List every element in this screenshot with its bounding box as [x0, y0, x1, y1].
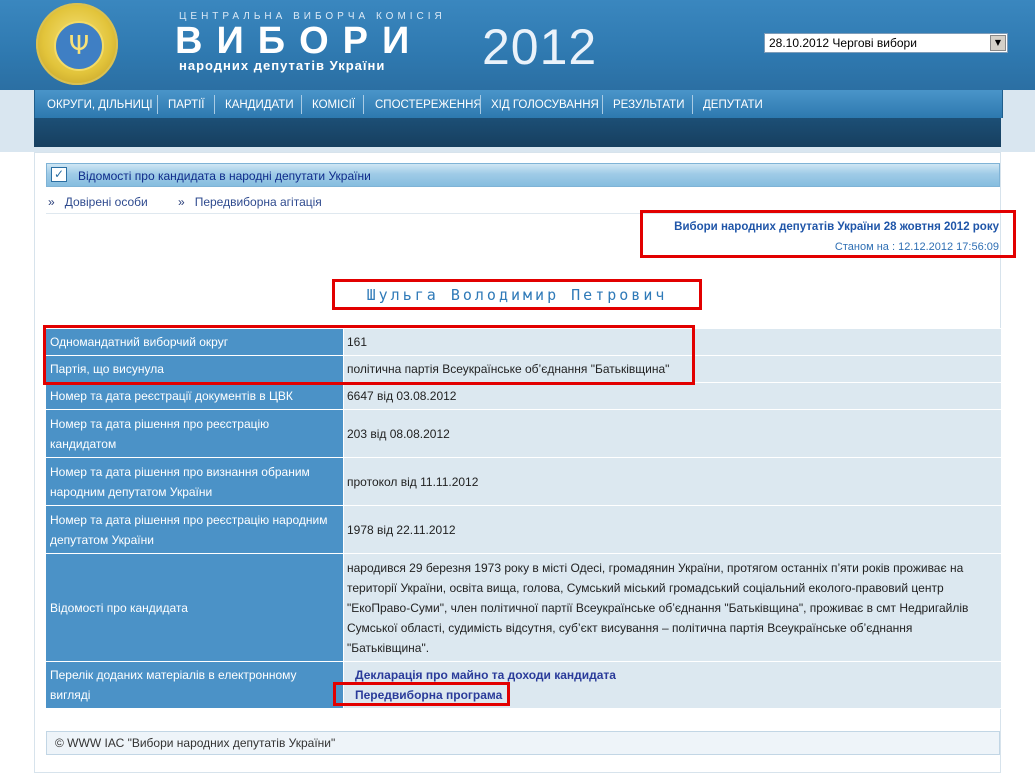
highlight-box — [333, 682, 510, 706]
election-select-value: 28.10.2012 Чергові вибори — [769, 36, 917, 50]
row-value: 203 від 08.08.2012 — [343, 409, 1001, 458]
nav-item-khid-holosuvannia[interactable]: ХІД ГОЛОСУВАННЯ — [491, 90, 599, 118]
site-year: 2012 — [482, 19, 598, 75]
row-label: Номер та дата реєстрації документів в ЦВ… — [46, 382, 344, 410]
row-value: 6647 від 03.08.2012 — [343, 382, 1001, 410]
cvk-emblem-icon: Ψ — [36, 3, 118, 85]
nav-item-partii[interactable]: ПАРТІЇ — [168, 90, 205, 118]
site-title: ВИБОРИ — [175, 20, 424, 62]
nav-item-kandydaty[interactable]: КАНДИДАТИ — [225, 90, 294, 118]
table-row: Відомості про кандидата народився 29 бер… — [46, 553, 1001, 662]
row-label: Номер та дата рішення про визнання обран… — [46, 457, 344, 506]
nav-item-okruhy[interactable]: ОКРУГИ, ДІЛЬНИЦІ — [47, 90, 153, 118]
nav-separator — [214, 95, 215, 114]
row-value: 1978 від 22.11.2012 — [343, 505, 1001, 554]
row-value: протокол від 11.11.2012 — [343, 457, 1001, 506]
link-trusted-persons[interactable]: » Довірені особи — [48, 195, 148, 209]
election-select[interactable]: 28.10.2012 Чергові вибори ▼ — [764, 33, 1008, 53]
main-nav: ОКРУГИ, ДІЛЬНИЦІ ПАРТІЇ КАНДИДАТИ КОМІСІ… — [34, 90, 1003, 118]
highlight-box — [332, 279, 702, 310]
nav-separator — [301, 95, 302, 114]
chevron-down-icon[interactable]: ▼ — [990, 35, 1006, 51]
row-label: Номер та дата рішення про реєстрацію кан… — [46, 409, 344, 458]
row-label: Номер та дата рішення про реєстрацію нар… — [46, 505, 344, 554]
nav-separator — [602, 95, 603, 114]
nav-item-komisii[interactable]: КОМІСІЇ — [312, 90, 355, 118]
bullet-icon: » — [48, 195, 55, 209]
highlight-box — [43, 325, 695, 385]
link-campaign-label[interactable]: Передвиборна агітація — [195, 195, 322, 209]
checkbox-icon: ✓ — [51, 167, 67, 182]
table-row: Номер та дата реєстрації документів в ЦВ… — [46, 382, 1001, 410]
section-header: ✓ Відомості про кандидата в народні депу… — [46, 163, 1000, 187]
site-header: Ψ ЦЕНТРАЛЬНА ВИБОРЧА КОМІСІЯ ВИБОРИ наро… — [0, 0, 1035, 90]
table-row: Номер та дата рішення про реєстрацію кан… — [46, 409, 1001, 458]
link-campaign[interactable]: » Передвиборна агітація — [178, 195, 322, 209]
nav-separator — [692, 95, 693, 114]
row-label: Перелік доданих матеріалів в електронном… — [46, 661, 344, 709]
section-title: Відомості про кандидата в народні депута… — [78, 169, 371, 183]
nav-separator — [157, 95, 158, 114]
nav-item-deputaty[interactable]: ДЕПУТАТИ — [703, 90, 763, 118]
sub-nav-bar — [34, 118, 1001, 147]
table-row: Номер та дата рішення про визнання обран… — [46, 457, 1001, 506]
footer: © WWW ІАС "Вибори народних депутатів Укр… — [46, 731, 1000, 755]
table-row: Номер та дата рішення про реєстрацію нар… — [46, 505, 1001, 554]
nav-item-rezultaty[interactable]: РЕЗУЛЬТАТИ — [613, 90, 684, 118]
link-trusted-persons-label[interactable]: Довірені особи — [65, 195, 148, 209]
row-label: Відомості про кандидата — [46, 553, 344, 662]
nav-separator — [363, 95, 364, 114]
highlight-box — [640, 210, 1016, 258]
site-subtitle: народних депутатів України — [179, 58, 386, 73]
bullet-icon: » — [178, 195, 185, 209]
table-row: Перелік доданих матеріалів в електронном… — [46, 661, 1001, 709]
candidate-info-table: Одномандатний виборчий округ 161 Партія,… — [46, 328, 1001, 709]
nav-separator — [480, 95, 481, 114]
nav-item-sposterezhennia[interactable]: СПОСТЕРЕЖЕННЯ — [375, 90, 482, 118]
footer-text: © WWW ІАС "Вибори народних депутатів Укр… — [55, 736, 336, 750]
row-value: народився 29 березня 1973 року в місті О… — [343, 553, 1001, 662]
